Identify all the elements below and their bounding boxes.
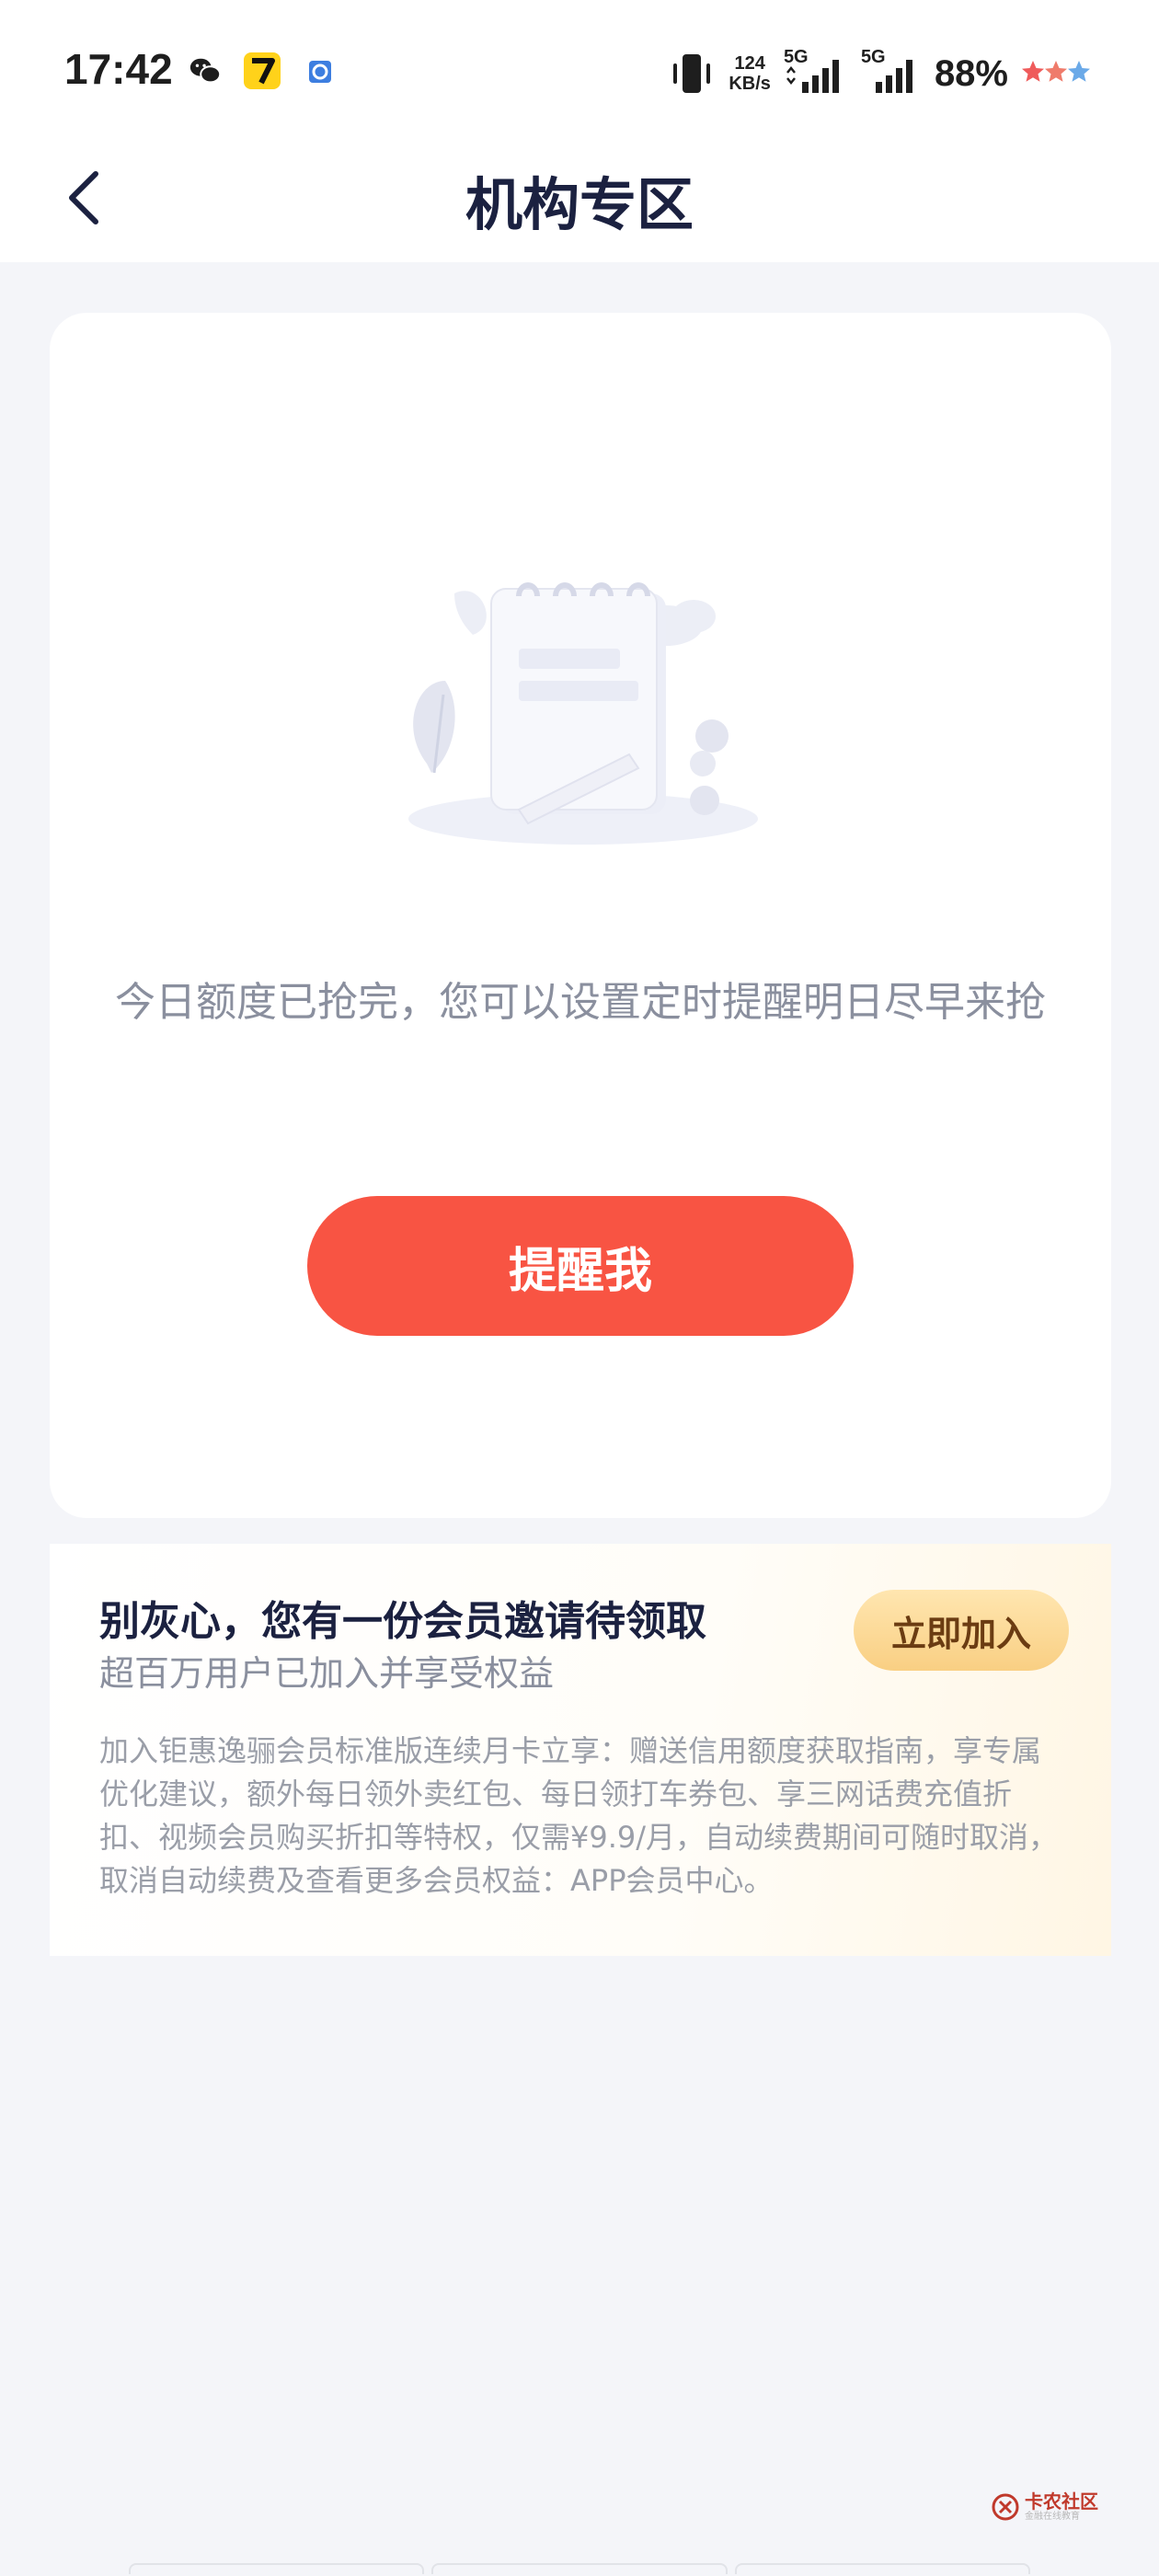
nav-bar: 机构专区	[0, 138, 1159, 262]
bottom-tab-edge	[431, 2563, 728, 2574]
member-invite-subtitle: 超百万用户已加入并享受权益	[99, 1653, 555, 1694]
bottom-tab-edge	[129, 2563, 425, 2574]
network-speed-unit: KB/s	[729, 74, 771, 94]
sim1-signal: 5G	[784, 47, 848, 97]
watermark-tagline: 金融在线教育	[1025, 2512, 1080, 2522]
status-time: 17:42	[64, 45, 173, 93]
quota-exhausted-message: 今日额度已抢完，您可以设置定时提醒明日尽早来抢	[115, 979, 1046, 1026]
watermark: 卡农社区 金融在线教育	[992, 2491, 1098, 2523]
status-right-group: 124 KB/s 5G 5G 88%	[668, 46, 1095, 101]
signal-bars-icon-2	[875, 60, 912, 93]
battery-percent: 88%	[934, 52, 1008, 94]
empty-state-card: 今日额度已抢完，您可以设置定时提醒明日尽早来抢 提醒我	[50, 313, 1111, 1518]
app-seven-notification-icon	[244, 52, 281, 89]
kanong-logo-icon	[992, 2493, 1019, 2521]
empty-notebook-illustration	[408, 582, 758, 845]
member-benefits-description: 加入钜惠逸骊会员标准版连续月卡立享：赠送信用额度获取指南，享专属优化建议，额外每…	[99, 1733, 1059, 1898]
status-bar: 17:42 124 KB/s 5G 5G 88%	[0, 0, 1159, 138]
bottom-tab-edge	[734, 2563, 1030, 2574]
vibrate-icon	[673, 54, 711, 93]
stars-status-icon	[1022, 61, 1090, 82]
page-title: 机构专区	[465, 171, 694, 238]
wechat-notification-icon	[189, 58, 222, 84]
member-invite-card: 别灰心，您有一份会员邀请待领取 超百万用户已加入并享受权益 立即加入 加入钜惠逸…	[50, 1544, 1111, 1956]
watermark-name: 卡农社区	[1025, 2490, 1098, 2513]
remind-me-button[interactable]: 提醒我	[307, 1196, 854, 1336]
notification-square-icon	[309, 61, 331, 83]
bottom-tab-edges	[129, 2563, 1030, 2574]
join-now-button[interactable]: 立即加入	[854, 1590, 1069, 1671]
network-speed: 124 KB/s	[729, 53, 771, 94]
signal-bars-icon	[786, 60, 839, 93]
network-speed-value: 124	[734, 53, 765, 74]
sim2-signal: 5G	[861, 47, 922, 97]
member-invite-title: 别灰心，您有一份会员邀请待领取	[99, 1598, 706, 1645]
